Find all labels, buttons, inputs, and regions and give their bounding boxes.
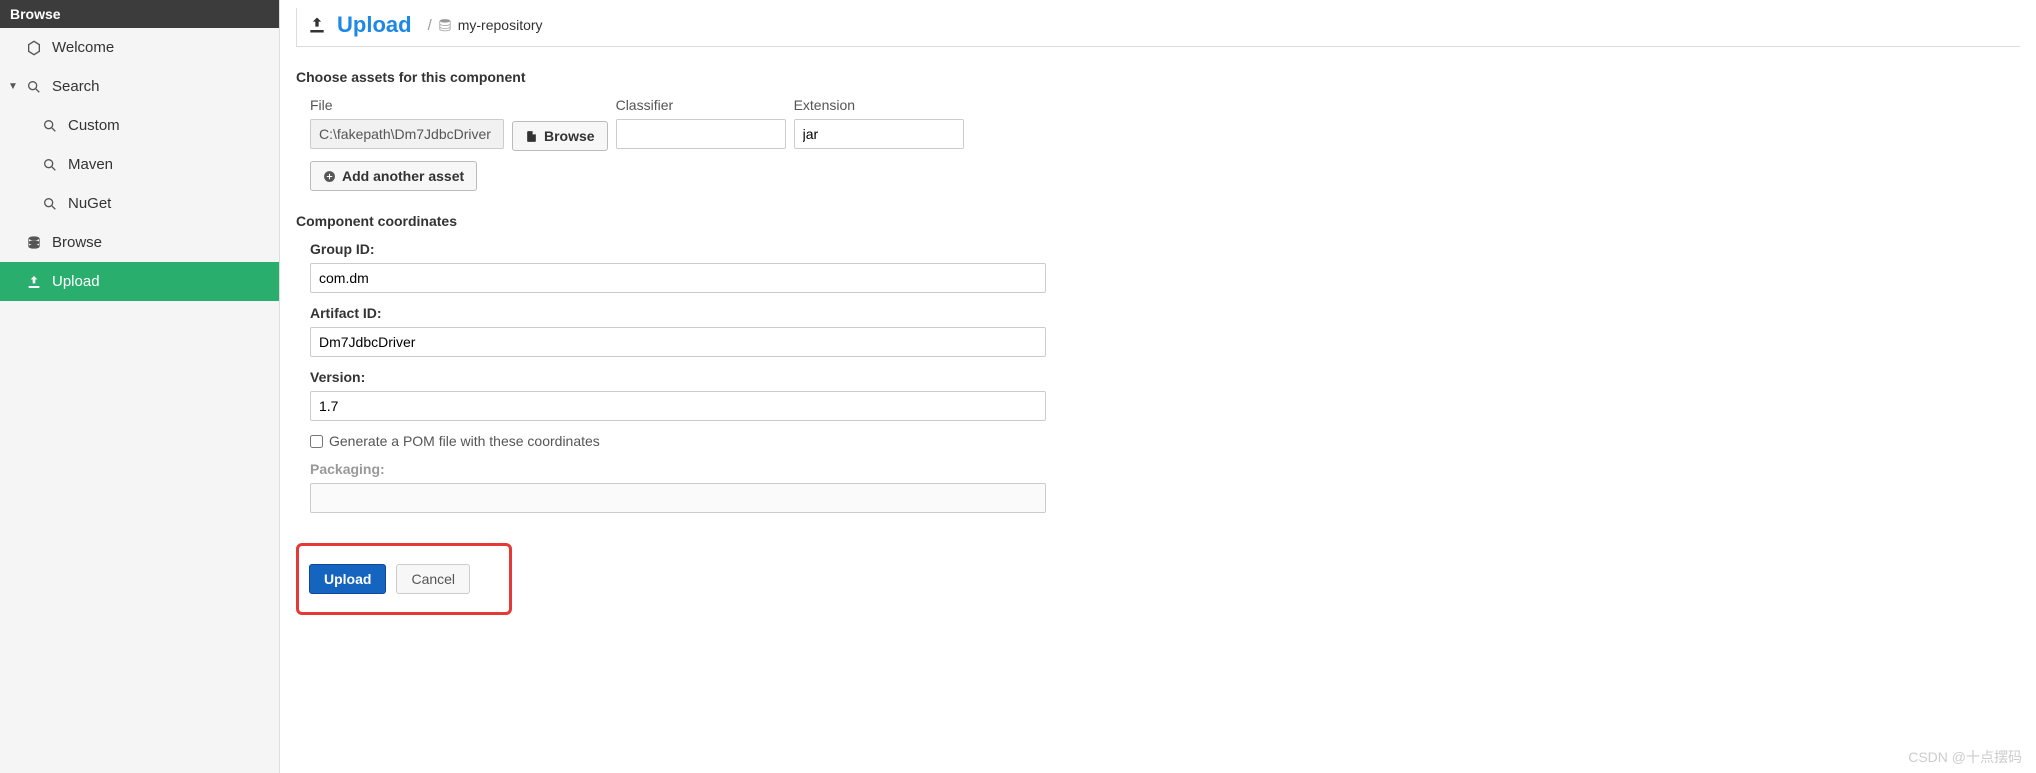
- classifier-field-group: Classifier: [616, 97, 786, 151]
- page-title: Upload: [337, 12, 412, 38]
- sidebar-item-label: Browse: [52, 234, 102, 251]
- sidebar-item-nuget[interactable]: NuGet: [0, 184, 279, 223]
- sidebar-item-search[interactable]: ▼ Search: [0, 67, 279, 106]
- search-icon: [40, 157, 60, 173]
- file-path-display: C:\fakepath\Dm7JdbcDriver: [310, 119, 504, 149]
- browse-button[interactable]: Browse: [512, 121, 608, 151]
- file-field-group: File C:\fakepath\Dm7JdbcDriver: [310, 97, 504, 151]
- add-asset-button-label: Add another asset: [342, 168, 464, 184]
- artifact-id-label: Artifact ID:: [310, 305, 1046, 321]
- file-icon: [525, 130, 538, 143]
- version-label: Version:: [310, 369, 1046, 385]
- hexagon-icon: [24, 40, 44, 56]
- extension-input[interactable]: [794, 119, 964, 149]
- packaging-input: [310, 483, 1046, 513]
- extension-field-group: Extension: [794, 97, 964, 151]
- group-id-label: Group ID:: [310, 241, 1046, 257]
- breadcrumb-separator: /: [428, 17, 432, 34]
- sidebar-item-welcome[interactable]: Welcome: [0, 28, 279, 67]
- sidebar-item-upload[interactable]: Upload: [0, 262, 279, 301]
- pom-checkbox-row: Generate a POM file with these coordinat…: [310, 433, 1046, 449]
- upload-button[interactable]: Upload: [309, 564, 386, 594]
- sidebar: Browse Welcome ▼ Search Custom Maven: [0, 0, 280, 773]
- database-icon: [438, 18, 452, 32]
- breadcrumb-repo[interactable]: my-repository: [458, 17, 543, 33]
- assets-row: File C:\fakepath\Dm7JdbcDriver Browse Cl…: [296, 97, 2020, 151]
- action-button-row: Upload Cancel: [296, 543, 512, 615]
- search-icon: [40, 118, 60, 134]
- sidebar-item-label: Custom: [68, 117, 120, 134]
- watermark: CSDN @十点摆码: [1908, 747, 2022, 767]
- breadcrumb: Upload / my-repository: [296, 8, 2020, 47]
- sidebar-item-label: Welcome: [52, 39, 114, 56]
- packaging-label: Packaging:: [310, 461, 1046, 477]
- pom-checkbox-label: Generate a POM file with these coordinat…: [329, 433, 600, 449]
- classifier-input[interactable]: [616, 119, 786, 149]
- extension-label: Extension: [794, 97, 964, 113]
- group-id-input[interactable]: [310, 263, 1046, 293]
- sidebar-header: Browse: [0, 0, 279, 28]
- nav-list: Welcome ▼ Search Custom Maven NuGet: [0, 28, 279, 301]
- sidebar-item-label: Maven: [68, 156, 113, 173]
- assets-section-title: Choose assets for this component: [296, 69, 2020, 85]
- upload-icon: [24, 274, 44, 290]
- sidebar-item-label: Upload: [52, 273, 100, 290]
- add-asset-row: Add another asset: [296, 161, 2020, 191]
- version-input[interactable]: [310, 391, 1046, 421]
- search-icon: [24, 79, 44, 95]
- main-content: Upload / my-repository Choose assets for…: [280, 0, 2036, 773]
- search-icon: [40, 196, 60, 212]
- cancel-button[interactable]: Cancel: [396, 564, 470, 594]
- classifier-label: Classifier: [616, 97, 786, 113]
- plus-circle-icon: [323, 170, 336, 183]
- pom-checkbox[interactable]: [310, 435, 323, 448]
- file-label: File: [310, 97, 504, 113]
- caret-down-icon: ▼: [8, 81, 20, 92]
- add-asset-button[interactable]: Add another asset: [310, 161, 477, 191]
- upload-icon: [307, 15, 327, 35]
- coords-fields: Group ID: Artifact ID: Version: Generate…: [296, 241, 1046, 513]
- coords-section: Component coordinates Group ID: Artifact…: [296, 213, 2020, 513]
- sidebar-item-label: NuGet: [68, 195, 111, 212]
- sidebar-item-browse[interactable]: Browse: [0, 223, 279, 262]
- coords-section-title: Component coordinates: [296, 213, 2020, 229]
- artifact-id-input[interactable]: [310, 327, 1046, 357]
- sidebar-item-custom[interactable]: Custom: [0, 106, 279, 145]
- database-icon: [24, 235, 44, 251]
- sidebar-item-label: Search: [52, 78, 100, 95]
- browse-button-label: Browse: [544, 128, 595, 144]
- sidebar-item-maven[interactable]: Maven: [0, 145, 279, 184]
